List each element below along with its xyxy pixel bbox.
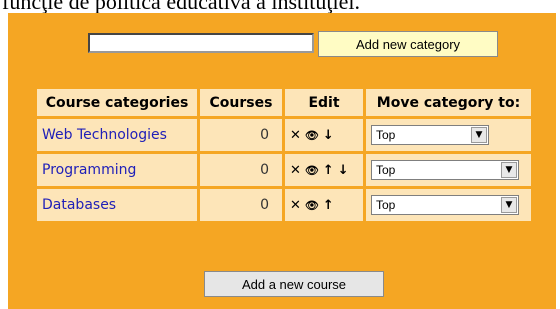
hide-icon[interactable]: 👁 (305, 129, 319, 142)
move-category-cell: Top ▼ (366, 154, 531, 186)
course-count: 0 (260, 162, 269, 178)
hide-icon[interactable]: 👁 (305, 199, 319, 212)
move-down-icon[interactable]: ↓ (338, 163, 349, 178)
move-category-select[interactable]: Top ▼ (371, 160, 519, 180)
category-name-input[interactable] (88, 33, 314, 53)
add-new-course-button[interactable]: Add a new course (204, 271, 384, 297)
course-count: 0 (260, 127, 269, 143)
header-courses: Courses (200, 89, 282, 116)
move-category-value: Top (376, 163, 396, 177)
category-link-programming[interactable]: Programming (42, 162, 136, 178)
move-up-icon[interactable]: ↑ (323, 163, 334, 178)
category-link-web-technologies[interactable]: Web Technologies (42, 127, 167, 143)
move-category-value: Top (376, 198, 396, 212)
edit-cell: ✕ 👁 ↑ ↓ (285, 154, 363, 186)
edit-cell: ✕ 👁 ↑ (285, 189, 363, 221)
delete-icon[interactable]: ✕ (290, 163, 301, 178)
table-row: Databases 0 ✕ 👁 ↑ Top ▼ (37, 189, 531, 221)
category-name-cell: Programming (37, 154, 197, 186)
table-row: Web Technologies 0 ✕ 👁 ↓ Top ▼ (37, 119, 531, 151)
category-name-cell: Web Technologies (37, 119, 197, 151)
move-category-select[interactable]: Top ▼ (371, 125, 489, 145)
move-down-icon[interactable]: ↓ (323, 128, 334, 143)
delete-icon[interactable]: ✕ (290, 128, 301, 143)
move-category-cell: Top ▼ (366, 119, 531, 151)
table-header-row: Course categories Courses Edit Move cate… (37, 89, 531, 116)
header-edit: Edit (285, 89, 363, 116)
move-up-icon[interactable]: ↑ (323, 198, 334, 213)
dropdown-arrow-icon[interactable]: ▼ (501, 162, 517, 178)
category-name-cell: Databases (37, 189, 197, 221)
move-category-select[interactable]: Top ▼ (371, 195, 519, 215)
category-panel: Add new category Course categories Cours… (8, 13, 556, 309)
table-row: Programming 0 ✕ 👁 ↑ ↓ Top ▼ (37, 154, 531, 186)
course-count-cell: 0 (200, 189, 282, 221)
move-category-value: Top (376, 128, 396, 142)
course-count: 0 (260, 197, 269, 213)
edit-cell: ✕ 👁 ↓ (285, 119, 363, 151)
move-category-cell: Top ▼ (366, 189, 531, 221)
header-course-categories: Course categories (37, 89, 197, 116)
add-category-button[interactable]: Add new category (318, 31, 498, 57)
dropdown-arrow-icon[interactable]: ▼ (471, 127, 487, 143)
categories-table: Course categories Courses Edit Move cate… (34, 86, 534, 224)
header-move-category: Move category to: (366, 89, 531, 116)
hide-icon[interactable]: 👁 (305, 164, 319, 177)
delete-icon[interactable]: ✕ (290, 198, 301, 213)
dropdown-arrow-icon[interactable]: ▼ (501, 197, 517, 213)
course-count-cell: 0 (200, 154, 282, 186)
category-link-databases[interactable]: Databases (42, 197, 116, 213)
course-count-cell: 0 (200, 119, 282, 151)
